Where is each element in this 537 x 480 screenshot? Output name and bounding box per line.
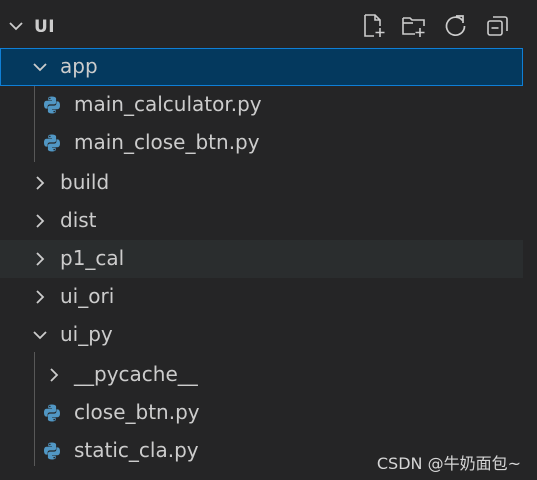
chevron-right-icon <box>36 176 45 190</box>
chevron-right-icon <box>36 214 45 228</box>
folder-label: p1_cal <box>60 246 125 270</box>
tree-folder-p1-cal[interactable]: p1_cal <box>0 240 523 278</box>
file-label: main_calculator.py <box>74 92 262 116</box>
python-file-icon <box>44 134 60 152</box>
tree-file-main-calculator[interactable]: main_calculator.py <box>0 86 523 124</box>
tree-folder-app[interactable]: app <box>0 48 523 86</box>
tree-file-close-btn[interactable]: close_btn.py <box>0 394 523 432</box>
python-file-icon <box>44 96 60 114</box>
file-label: main_close_btn.py <box>74 130 260 154</box>
folder-label: ui_ori <box>60 284 115 308</box>
folder-label: dist <box>60 208 97 232</box>
folder-label: __pycache__ <box>74 362 198 386</box>
new-file-icon <box>364 14 385 37</box>
watermark: CSDN @牛奶面包~ <box>376 454 521 473</box>
chevron-right-icon <box>36 290 45 304</box>
file-label: static_cla.py <box>74 438 199 462</box>
refresh-button[interactable] <box>442 12 470 40</box>
folder-label: app <box>60 54 98 78</box>
chevron-down-icon <box>33 331 47 340</box>
refresh-icon <box>445 15 466 37</box>
chevron-down-icon[interactable] <box>6 16 26 36</box>
new-folder-icon <box>402 17 425 37</box>
new-folder-button[interactable] <box>400 12 428 40</box>
new-file-button[interactable] <box>360 12 388 40</box>
explorer-title: UI <box>34 17 56 37</box>
tree-folder-ui-ori[interactable]: ui_ori <box>0 278 523 316</box>
collapse-all-button[interactable] <box>484 12 512 40</box>
explorer-header[interactable]: UI <box>0 8 537 46</box>
chevron-right-icon <box>36 252 45 266</box>
tree-folder-build[interactable]: build <box>0 164 523 202</box>
folder-label: build <box>60 170 110 194</box>
chevron-down-icon <box>33 63 47 72</box>
collapse-all-icon <box>487 16 508 36</box>
file-explorer: UI app main_calculator.py main_close_btn… <box>0 0 537 480</box>
tree-file-main-close-btn[interactable]: main_close_btn.py <box>0 124 523 162</box>
tree-folder-ui-py[interactable]: ui_py <box>0 316 523 354</box>
tree-folder-pycache[interactable]: __pycache__ <box>0 356 523 394</box>
folder-label: ui_py <box>60 322 113 346</box>
python-file-icon <box>44 404 60 422</box>
tree-folder-dist[interactable]: dist <box>0 202 523 240</box>
file-label: close_btn.py <box>74 400 200 424</box>
python-file-icon <box>44 442 60 460</box>
chevron-right-icon <box>50 368 59 382</box>
